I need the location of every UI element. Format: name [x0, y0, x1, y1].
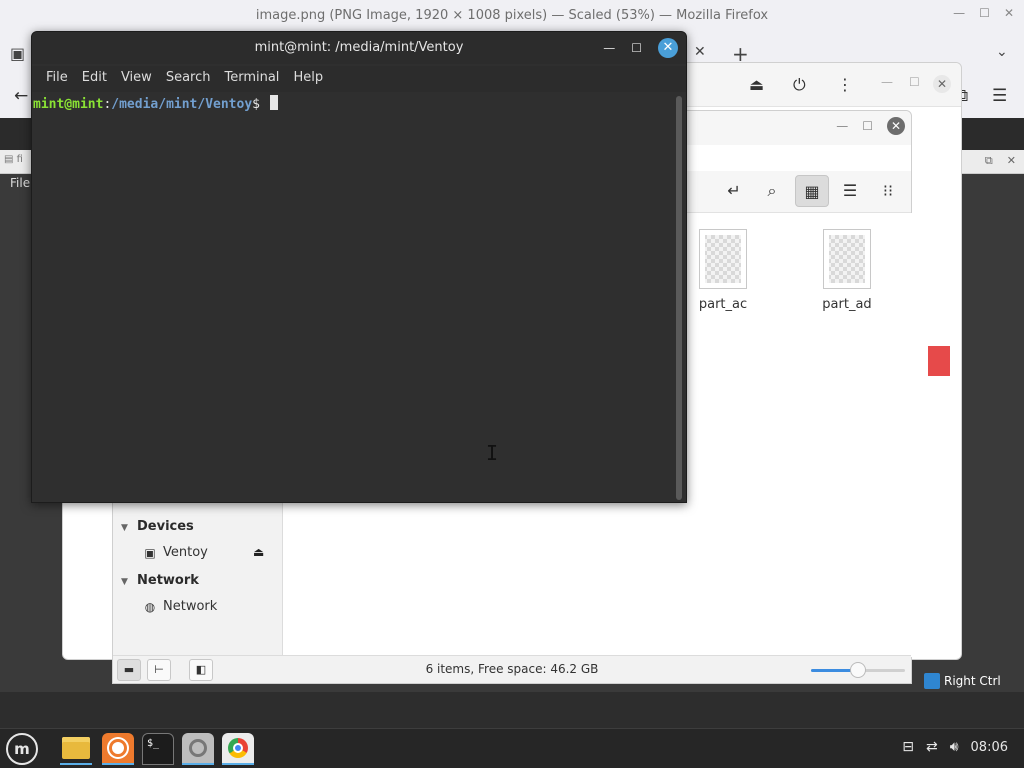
ibeam-cursor-icon: I [486, 441, 499, 465]
terminal-titlebar: mint@mint: /media/mint/Ventoy — ☐ ✕ [32, 32, 686, 64]
eject-icon[interactable]: ⏏ [253, 545, 264, 559]
maximize-icon[interactable]: ☐ [631, 41, 642, 55]
taskbar-app-icon[interactable] [182, 733, 214, 765]
icon-view-icon[interactable]: ▦ [795, 175, 829, 207]
minimize-icon[interactable]: — [881, 75, 893, 89]
menu-search[interactable]: Search [160, 66, 217, 92]
background-dialog [912, 150, 952, 390]
network-icon[interactable]: ⇄ [926, 739, 938, 755]
maximize-icon[interactable]: ☐ [862, 119, 873, 133]
close-icon[interactable]: ✕ [1007, 154, 1016, 168]
vm-statusbar-right: Right Ctrl [924, 670, 1024, 692]
close-icon[interactable]: ✕ [887, 117, 905, 135]
terminal-scrollbar[interactable] [676, 96, 682, 500]
menu-icon[interactable]: ☰ [992, 86, 1007, 106]
sidebar-header-devices[interactable]: ▼ Devices [121, 519, 194, 534]
menu-file[interactable]: File [40, 66, 74, 92]
eject-icon[interactable]: ⏏ [749, 75, 764, 94]
zoom-slider-handle[interactable] [850, 662, 866, 678]
status-text: 6 items, Free space: 46.2 GB [425, 662, 599, 676]
more-icon[interactable]: ⋮ [837, 75, 853, 94]
close-icon[interactable]: ✕ [658, 38, 678, 58]
prompt-path: /media/mint/Ventoy [111, 97, 253, 112]
globe-icon: ◍ [144, 599, 156, 614]
minimize-icon[interactable]: — [836, 119, 848, 133]
back-icon[interactable]: ← [14, 86, 28, 106]
maximize-icon[interactable]: ☐ [979, 6, 990, 20]
file-thumbnail [823, 229, 871, 289]
terminal-window-controls: — ☐ ✕ [603, 38, 678, 58]
prompt-user: mint@mint [33, 97, 104, 112]
taskbar: m $_ ⊟ ⇄ 🔊︎ 08:06 [0, 728, 1024, 768]
text-cursor [269, 95, 278, 110]
maximize-icon[interactable]: ☐ [909, 75, 920, 89]
menu-help[interactable]: Help [287, 66, 329, 92]
drive-icon: ▣ [144, 545, 156, 560]
taskbar-firefox-icon[interactable] [102, 733, 134, 765]
volume-icon[interactable]: 🔊︎ [950, 739, 959, 755]
file-item[interactable]: part_ac [688, 229, 758, 312]
firefox-window-controls: — ☐ ✕ [953, 6, 1014, 20]
update-manager-icon[interactable]: ⊟ [902, 739, 914, 755]
mint-menu-icon[interactable]: m [6, 733, 38, 765]
menu-terminal[interactable]: Terminal [218, 66, 285, 92]
terminal-prompt: mint@mint:/media/mint/Ventoy$ [33, 95, 278, 112]
vm-status-icon [924, 673, 940, 689]
vm-menu-file[interactable]: File [10, 176, 30, 190]
list-tabs-icon[interactable]: ⌄ [996, 44, 1008, 60]
minimize-icon[interactable]: — [953, 6, 965, 20]
file-item[interactable]: part_ad [812, 229, 882, 312]
zoom-slider[interactable] [811, 662, 905, 678]
list-view-icon[interactable]: ☰ [833, 175, 867, 207]
menu-view[interactable]: View [115, 66, 158, 92]
sidebar-header-network[interactable]: ▼ Network [121, 573, 199, 588]
file-thumbnail [699, 229, 747, 289]
open-terminal-icon[interactable]: ↵ [717, 175, 751, 207]
firefox-title: image.png (PNG Image, 1920 × 1008 pixels… [255, 8, 769, 23]
file-name: part_ac [698, 297, 748, 312]
system-tray: ⊟ ⇄ 🔊︎ 08:06 [902, 739, 1008, 755]
search-icon[interactable]: ⌕ [755, 175, 789, 207]
minimize-icon[interactable]: — [603, 41, 615, 55]
file-manager-statusbar: ▬ ⊢ ◧ 6 items, Free space: 46.2 GB [113, 655, 911, 683]
menu-edit[interactable]: Edit [76, 66, 113, 92]
vm-window-controls: ⧉ ✕ [985, 154, 1016, 168]
sidebar-item-ventoy[interactable]: ▣ Ventoy [143, 545, 208, 560]
terminal-window: mint@mint: /media/mint/Ventoy — ☐ ✕ File… [31, 31, 687, 503]
host-key-label: Right Ctrl [944, 674, 1001, 688]
desktop-background [0, 692, 1024, 730]
clock[interactable]: 08:06 [971, 740, 1008, 755]
terminal-menubar: File Edit View Search Terminal Help [32, 66, 686, 92]
taskbar-chrome-icon[interactable] [222, 733, 254, 765]
expander-icon: ▼ [121, 523, 128, 533]
restore-icon[interactable]: ⧉ [985, 154, 993, 168]
expander-icon: ▼ [121, 577, 128, 587]
close-icon[interactable]: ✕ [933, 75, 951, 93]
compact-view-icon[interactable]: ⁝⁝ [871, 175, 905, 207]
close-icon[interactable]: ✕ [1004, 6, 1014, 20]
vm-app-icon: ▤ fi [4, 154, 23, 165]
power-icon[interactable]: ⏻ [793, 75, 806, 95]
sidebar-item-network[interactable]: ◍ Network [143, 599, 218, 614]
tab-overview-icon[interactable]: ▣ [10, 44, 25, 63]
file-manager-window-controls: — ☐ ✕ [836, 117, 905, 135]
file-name: part_ad [822, 297, 872, 312]
terminal-body[interactable]: mint@mint:/media/mint/Ventoy$ [33, 93, 675, 499]
taskbar-files-icon[interactable] [60, 733, 92, 765]
prompt-symbol: $ [252, 97, 268, 112]
taskbar-terminal-icon[interactable]: $_ [142, 733, 174, 765]
terminal-title: mint@mint: /media/mint/Ventoy [254, 40, 464, 55]
dialog-red-button[interactable] [928, 346, 950, 376]
close-tab-icon[interactable]: ✕ [694, 44, 706, 60]
